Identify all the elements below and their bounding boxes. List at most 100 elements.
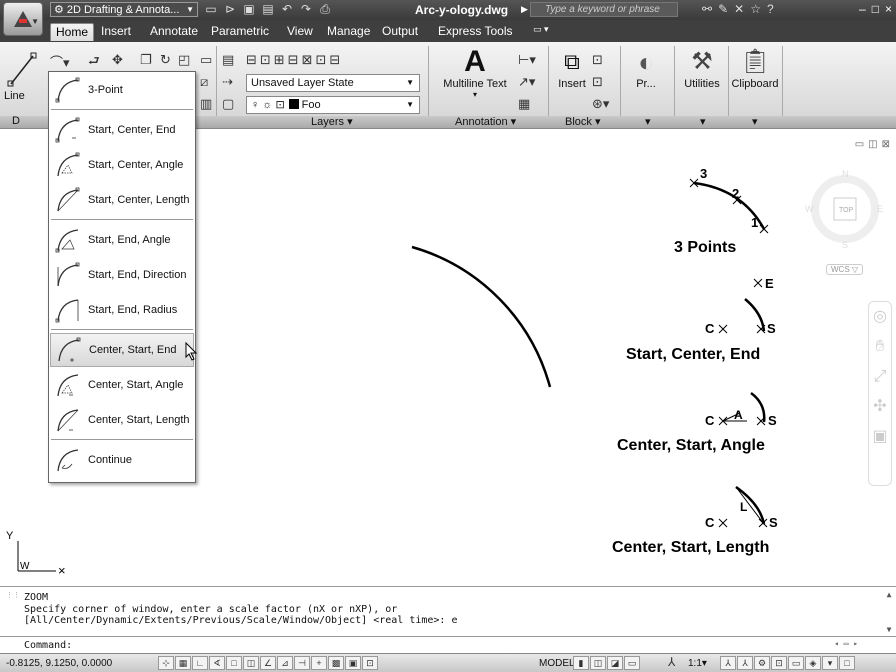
redo-icon[interactable]: ↷	[299, 2, 313, 17]
snap-icon[interactable]: ⊹	[158, 656, 174, 670]
horizontal-scrollbar[interactable]: ◂ ▭ ▸	[834, 639, 894, 651]
viewport-restore-icon[interactable]: ◫	[868, 139, 877, 150]
communication-center-icon[interactable]: ✎	[718, 2, 728, 16]
quick-view-icon[interactable]: ▭	[624, 656, 640, 670]
tab-manage[interactable]: Manage	[322, 23, 375, 41]
open-folder-icon[interactable]: ⊳	[223, 2, 237, 17]
tab-insert[interactable]: Insert	[96, 23, 136, 41]
isolate-objects-icon[interactable]: ◈	[805, 656, 821, 670]
tab-annotate[interactable]: Annotate	[145, 23, 203, 41]
menu-item-3-point[interactable]: 3-Point	[50, 73, 194, 107]
block-panel-title[interactable]: Block ▾	[565, 115, 600, 128]
stretch-icon[interactable]: ▥	[200, 96, 212, 112]
ortho-icon[interactable]: ∟	[192, 656, 208, 670]
model-icon[interactable]: ▮	[573, 656, 589, 670]
orbit-icon[interactable]: ✣	[869, 392, 891, 422]
favorites-star-icon[interactable]: ☆	[750, 2, 761, 16]
transparency-icon[interactable]: ▩	[328, 656, 344, 670]
multiline-text-button[interactable]: A Multiline Text ▾	[436, 46, 514, 100]
table-icon[interactable]: ▦	[518, 96, 530, 112]
application-menu-button[interactable]: ▼	[3, 2, 43, 36]
lock-icon[interactable]: ⊡	[771, 656, 787, 670]
dimension-icon[interactable]: ⊢▾	[518, 52, 536, 68]
move-icon[interactable]: ✥	[112, 52, 123, 68]
showmotion-icon[interactable]: ▣	[869, 422, 891, 452]
workspace-switch-icon[interactable]: ⚙	[754, 656, 770, 670]
tab-view[interactable]: View	[282, 23, 318, 41]
help-icon[interactable]: ?	[767, 2, 774, 16]
grid-icon[interactable]: ▦	[175, 656, 191, 670]
plot-icon[interactable]: ⎙	[318, 2, 332, 17]
layer-off-icon[interactable]: ⇢	[222, 74, 233, 90]
model-space-label[interactable]: MODEL	[539, 658, 575, 669]
menu-item-start-center-end[interactable]: Start, Center, End	[50, 113, 194, 147]
utilities-button[interactable]: ⚒ Utilities	[678, 46, 726, 90]
trim-icon[interactable]: ⧄	[200, 74, 208, 90]
history-scrollbar[interactable]: ▲ ▼	[884, 589, 894, 635]
edit-block-icon[interactable]: ⊡	[592, 74, 603, 90]
edit-attributes-icon[interactable]: ⊛▾	[592, 96, 609, 112]
utilities-panel-expand[interactable]: ▾	[700, 115, 706, 128]
menu-item-center-start-end[interactable]: Center, Start, End	[50, 333, 198, 367]
coordinates-readout[interactable]: -0.8125, 9.1250, 0.0000	[6, 658, 112, 669]
save-icon[interactable]: ▣	[242, 2, 256, 17]
layout-2-icon[interactable]: ◪	[607, 656, 623, 670]
menu-item-start-center-angle[interactable]: Start, Center, Angle	[50, 148, 194, 182]
osnap-icon[interactable]: □	[226, 656, 242, 670]
layer-tools-icon[interactable]: ⊟⊡⊞⊟⊠⊡⊟	[246, 52, 343, 68]
subscription-icon[interactable]: ✕	[734, 2, 744, 16]
save-as-icon[interactable]: ▤	[261, 2, 275, 17]
tab-output[interactable]: Output	[377, 23, 423, 41]
tab-express-tools[interactable]: Express Tools	[433, 23, 517, 41]
auto-scale-icon[interactable]: ⅄	[737, 656, 753, 670]
maximize-icon[interactable]: □	[872, 2, 879, 16]
properties-button[interactable]: ◐ Pr...	[624, 46, 668, 90]
annotation-scale-icon[interactable]: ⅄	[668, 655, 675, 669]
viewcube-top[interactable]: TOP	[839, 207, 854, 214]
menu-item-start-end-radius[interactable]: Start, End, Radius	[50, 293, 194, 327]
viewport-close-icon[interactable]: ⊠	[882, 139, 890, 150]
menu-item-start-end-direction[interactable]: Start, End, Direction	[50, 258, 194, 292]
line-button[interactable]: Line	[2, 48, 42, 108]
binoculars-icon[interactable]: ⚯	[702, 2, 712, 16]
layers-panel-title[interactable]: Layers ▾	[311, 115, 353, 128]
minimize-icon[interactable]: –	[859, 2, 866, 16]
arc-icon[interactable]: ⌒▾	[50, 52, 70, 71]
menu-item-center-start-angle[interactable]: Center, Start, Angle	[50, 368, 194, 402]
clean-screen-icon[interactable]: □	[839, 656, 855, 670]
tab-home[interactable]: Home	[50, 23, 95, 41]
polar-icon[interactable]: ∢	[209, 656, 225, 670]
status-bar-menu-icon[interactable]: ▾	[822, 656, 838, 670]
draw-panel-title[interactable]: D	[12, 115, 20, 127]
clipboard-button[interactable]: 📋︎ Clipboard	[730, 46, 780, 90]
close-icon[interactable]: ×	[885, 2, 892, 16]
command-line[interactable]: Command: ◂ ▭ ▸	[0, 636, 896, 653]
zoom-extents-icon[interactable]: ⤢	[869, 362, 891, 392]
grip-icon[interactable]: ⋮⋮	[6, 590, 20, 602]
layout-1-icon[interactable]: ◫	[590, 656, 606, 670]
annotation-visibility-icon[interactable]: ⅄	[720, 656, 736, 670]
scale-icon[interactable]: ◰	[178, 52, 190, 68]
dyn-icon[interactable]: ⊣	[294, 656, 310, 670]
pan-hand-icon[interactable]: ✋︎	[869, 332, 891, 362]
layer-dropdown[interactable]: ♀ ☼ ⊡ Foo ▼	[246, 96, 420, 114]
create-block-icon[interactable]: ⊡	[592, 52, 603, 68]
tab-parametric[interactable]: Parametric	[206, 23, 274, 41]
undo-icon[interactable]: ↶	[280, 2, 294, 17]
viewport-minimize-icon[interactable]: ▭	[855, 139, 864, 150]
3d-osnap-icon[interactable]: ◫	[243, 656, 259, 670]
lineweight-icon[interactable]: +	[311, 656, 327, 670]
wcs-menu-button[interactable]: WCS ▽	[826, 264, 864, 275]
menu-item-continue[interactable]: Continue	[50, 443, 194, 477]
rotate-icon[interactable]: ↻	[160, 52, 171, 68]
leader-icon[interactable]: ↗▾	[518, 74, 535, 90]
ducs-icon[interactable]: ⊿	[277, 656, 293, 670]
layer-state-dropdown[interactable]: Unsaved Layer State ▼	[246, 74, 420, 92]
viewcube[interactable]: TOP N S E W	[805, 157, 885, 267]
new-file-icon[interactable]: ▭	[204, 2, 218, 17]
selection-cycling-icon[interactable]: ⊡	[362, 656, 378, 670]
steering-wheel-icon[interactable]: ◎	[869, 302, 891, 332]
menu-item-start-center-length[interactable]: Start, Center, Length	[50, 183, 194, 217]
mirror-icon[interactable]: ▭	[200, 52, 212, 68]
minimize-ribbon-icon[interactable]: ▭ ▾	[528, 23, 554, 41]
